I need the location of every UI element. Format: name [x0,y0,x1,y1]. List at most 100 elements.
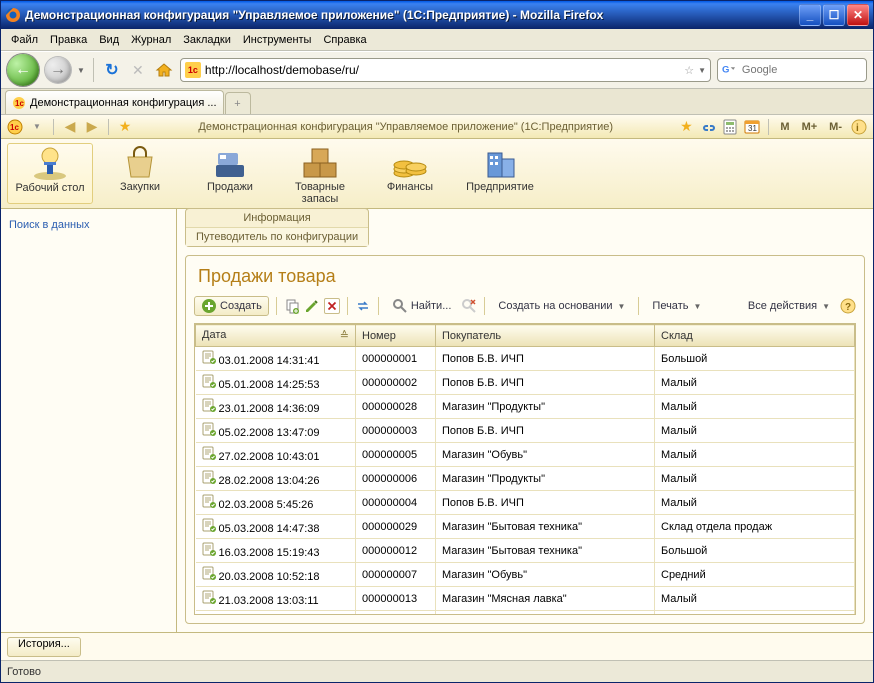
table-row[interactable]: 23.01.2008 14:36:09000000028Магазин "Про… [196,395,855,419]
col-date[interactable]: Дата≙ [196,325,356,347]
history-button[interactable]: История... [7,637,81,657]
table-row[interactable]: 02.03.2008 5:45:26000000004Попов Б.В. ИЧ… [196,491,855,515]
edit-button[interactable] [304,298,320,314]
app-logo-icon[interactable]: 1c [7,119,23,135]
home-icon [155,61,173,79]
left-nav-pane: Поиск в данных [1,209,177,632]
desktop-icon [30,146,70,182]
app-header-title: Демонстрационная конфигурация "Управляем… [139,121,672,133]
find-button[interactable]: Найти... [386,296,458,316]
menu-view[interactable]: Вид [93,32,125,48]
browser-tabstrip: 1c Демонстрационная конфигурация ... + [1,89,873,115]
section-enterprise[interactable]: Предприятие [457,143,543,204]
help-button[interactable]: ? [840,298,856,314]
swap-button[interactable] [355,298,371,314]
section-sales[interactable]: Продажи [187,143,273,204]
window-titlebar: Демонстрационная конфигурация "Управляем… [1,1,873,29]
section-purchases[interactable]: Закупки [97,143,183,204]
section-desktop[interactable]: Рабочий стол [7,143,93,204]
clear-filter-button[interactable] [461,298,477,314]
svg-text:31: 31 [748,124,757,133]
google-icon[interactable]: G [722,62,736,78]
home-button[interactable] [154,60,174,80]
svg-text:i: i [856,123,859,134]
info-tab-guide[interactable]: Путеводитель по конфигурации [186,228,368,246]
url-bar[interactable]: 1c http://localhost/demobase/ru/ ☆ ▼ [180,58,711,82]
help-icon[interactable]: i [851,119,867,135]
document-posted-icon [202,614,216,615]
table-row[interactable]: 21.03.2008 13:03:11000000013Магазин "Мяс… [196,587,855,611]
cash-register-icon [210,145,250,181]
search-in-data-link[interactable]: Поиск в данных [9,219,168,231]
col-number[interactable]: Номер [356,325,436,347]
table-row[interactable]: 27.02.2008 10:43:01000000005Магазин "Обу… [196,443,855,467]
table-row[interactable]: 05.03.2008 14:47:38000000029Магазин "Быт… [196,515,855,539]
table-row[interactable]: 05.01.2008 14:25:53000000002Попов Б.В. И… [196,371,855,395]
menu-bookmarks[interactable]: Закладки [177,32,237,48]
create-based-on-button[interactable]: Создать на основании▼ [492,296,631,316]
menu-edit[interactable]: Правка [44,32,93,48]
document-posted-icon [202,542,216,556]
col-warehouse[interactable]: Склад [655,325,855,347]
mode-m-minus-button[interactable]: M- [826,121,845,133]
mode-m-button[interactable]: M [777,121,792,133]
table-row[interactable]: 20.03.2008 10:52:18000000007Магазин "Обу… [196,563,855,587]
svg-text:G: G [722,64,729,75]
menu-file[interactable]: Файл [5,32,44,48]
new-tab-button[interactable]: + [225,92,251,114]
calculator-icon[interactable] [722,119,738,135]
reload-button[interactable]: ↻ [102,60,122,80]
section-inventory[interactable]: Товарные запасы [277,143,363,204]
menu-tools[interactable]: Инструменты [237,32,318,48]
menu-journal[interactable]: Журнал [125,32,177,48]
section-label: Финансы [387,181,433,193]
dropdown-icon: ▼ [691,302,701,311]
svg-text:?: ? [845,302,851,313]
nav-next-button[interactable]: ▶ [84,119,100,135]
calendar-icon[interactable]: 31 [744,119,760,135]
search-input[interactable] [740,63,862,77]
boxes-icon [300,145,340,181]
nav-prev-button[interactable]: ◀ [62,119,78,135]
history-dropdown-icon[interactable]: ▼ [77,66,85,75]
info-tab-information[interactable]: Информация [186,209,368,228]
table-row[interactable]: 25.03.2008 13:21:56000000014Магазин "Обу… [196,611,855,616]
all-actions-button[interactable]: Все действия▼ [742,296,836,316]
stop-button[interactable]: ✕ [128,60,148,80]
favorite-add-icon[interactable]: ★ [678,119,694,135]
minimize-button[interactable]: _ [799,4,821,26]
page-title: Продажи товара [186,256,864,293]
url-dropdown-icon[interactable]: ▼ [698,66,706,75]
create-button[interactable]: Создать [194,296,269,316]
mode-m-plus-button[interactable]: M+ [799,121,821,133]
url-text: http://localhost/demobase/ru/ [205,63,680,77]
section-finance[interactable]: Финансы [367,143,453,204]
document-posted-icon [202,398,216,412]
favorite-star-icon[interactable]: ★ [117,119,133,135]
copy-button[interactable] [284,298,300,314]
window-title: Демонстрационная конфигурация "Управляем… [25,8,799,22]
table-row[interactable]: 05.02.2008 13:47:09000000003Попов Б.В. И… [196,419,855,443]
delete-button[interactable] [324,298,340,314]
app-bottom-bar: История... [1,632,873,660]
data-grid[interactable]: Дата≙ Номер Покупатель Склад 03.01.2008 … [194,323,856,615]
close-button[interactable]: ✕ [847,4,869,26]
table-row[interactable]: 03.01.2008 14:31:41000000001Попов Б.В. И… [196,347,855,371]
link-icon[interactable] [700,119,716,135]
site-favicon: 1c [185,62,201,78]
forward-button[interactable]: → [45,57,71,83]
document-posted-icon [202,518,216,532]
browser-tab-active[interactable]: 1c Демонстрационная конфигурация ... [5,90,224,114]
table-row[interactable]: 16.03.2008 15:19:43000000012Магазин "Быт… [196,539,855,563]
menu-help[interactable]: Справка [317,32,372,48]
section-label: Товарные запасы [279,181,361,205]
maximize-button[interactable]: ☐ [823,4,845,26]
bookmark-star-icon[interactable]: ☆ [684,64,694,77]
svg-text:1c: 1c [15,99,24,108]
back-button[interactable]: ← [7,54,39,86]
browser-search-box[interactable]: G [717,58,867,82]
table-row[interactable]: 28.02.2008 13:04:26000000006Магазин "Про… [196,467,855,491]
col-buyer[interactable]: Покупатель [436,325,655,347]
print-button[interactable]: Печать▼ [646,296,707,316]
app-menu-dropdown-icon[interactable]: ▼ [29,119,45,135]
